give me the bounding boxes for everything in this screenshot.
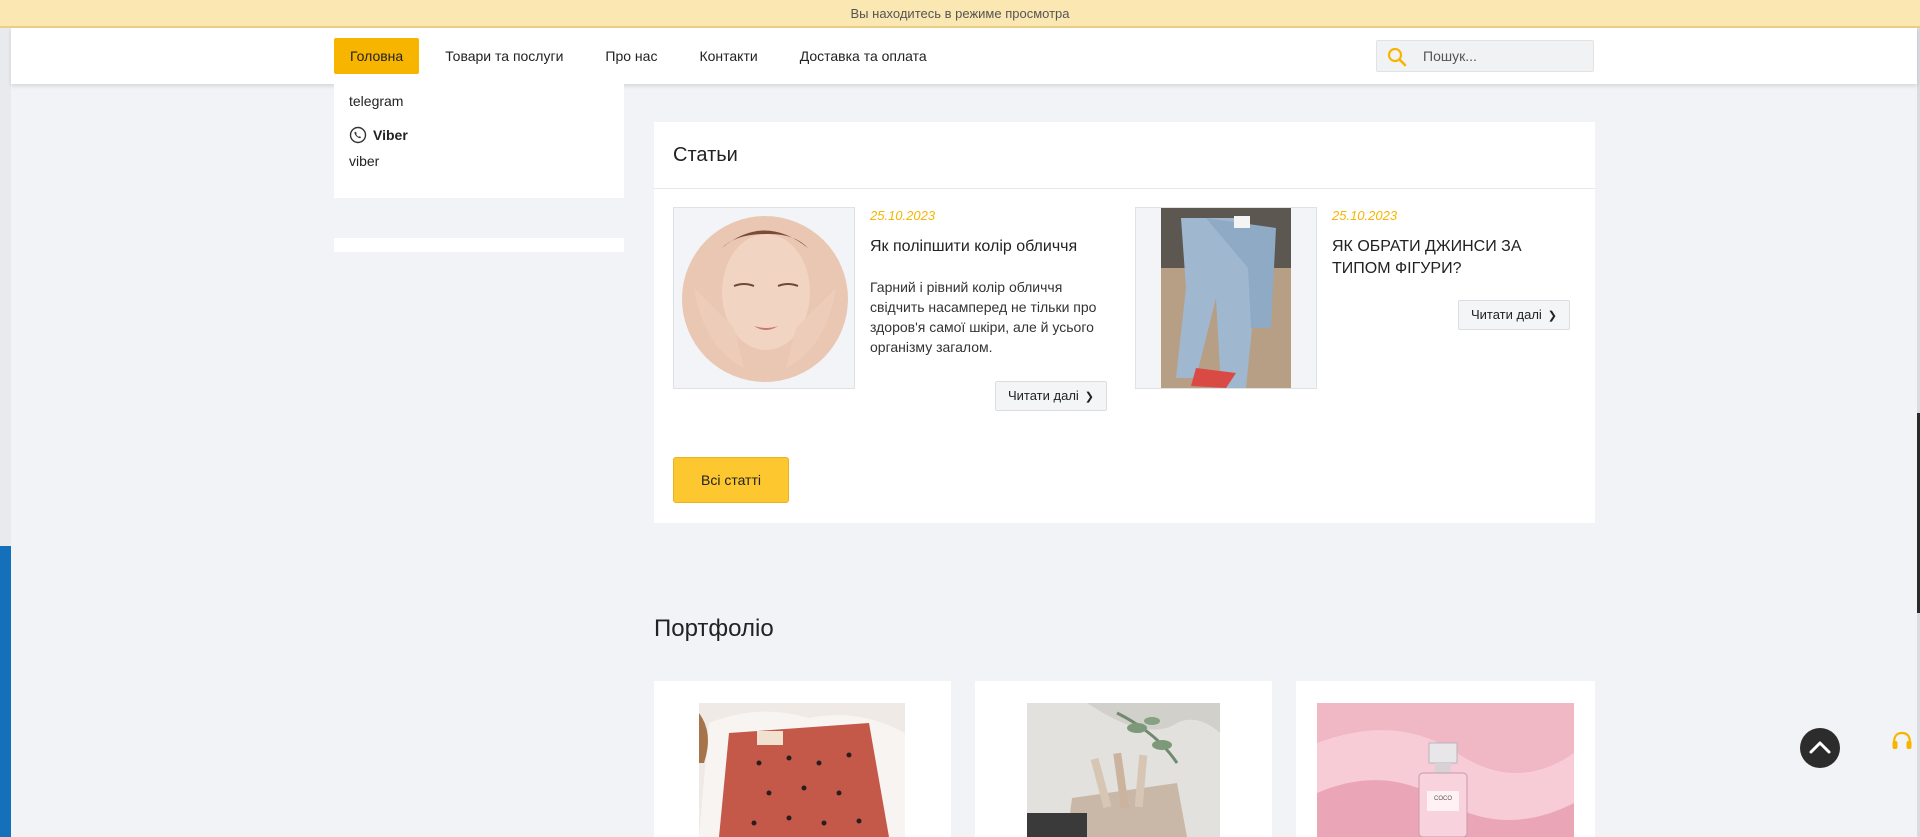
- portfolio-item[interactable]: [975, 681, 1272, 837]
- all-articles-button[interactable]: Всі статті: [673, 457, 789, 503]
- portfolio-image-perfume[interactable]: COCO: [1317, 703, 1574, 837]
- telegram-contact[interactable]: telegram: [349, 93, 403, 109]
- article-image-face[interactable]: [673, 207, 855, 389]
- portfolio-item[interactable]: COCO: [1296, 681, 1595, 837]
- search-box: [1376, 40, 1594, 72]
- nav-item-delivery[interactable]: Доставка та оплата: [784, 38, 943, 74]
- search-input[interactable]: [1423, 41, 1589, 71]
- article-date: 25.10.2023: [1332, 208, 1398, 223]
- chevron-up-icon: [1809, 741, 1831, 754]
- sidebar-contacts-card: telegram Viber viber: [334, 84, 624, 198]
- article-title[interactable]: ЯК ОБРАТИ ДЖИНСИ ЗА ТИПОМ ФІГУРИ?: [1332, 236, 1562, 280]
- viber-label: Viber: [373, 127, 408, 143]
- articles-section: Статьи 25.10.2023 Як поліпшити колір обл…: [654, 122, 1595, 523]
- viber-heading: Viber: [349, 126, 408, 144]
- headset-icon: [1892, 731, 1912, 749]
- nav-item-products[interactable]: Товари та послуги: [429, 38, 579, 74]
- nav-item-about[interactable]: Про нас: [589, 38, 673, 74]
- articles-divider: [654, 188, 1595, 189]
- read-more-label: Читати далі: [1008, 388, 1079, 403]
- site-header: Головна Товари та послуги Про нас Контак…: [11, 28, 1917, 84]
- read-more-label: Читати далі: [1471, 307, 1542, 322]
- viber-icon: [349, 126, 367, 144]
- read-more-button[interactable]: Читати далі ❯: [1458, 300, 1571, 330]
- viber-contact[interactable]: viber: [349, 153, 379, 169]
- nav-item-contacts[interactable]: Контакти: [683, 38, 773, 74]
- article-date: 25.10.2023: [870, 208, 936, 223]
- portfolio-item[interactable]: [654, 681, 951, 837]
- portfolio-title: Портфоліо: [654, 615, 774, 642]
- support-headset-button[interactable]: [1890, 729, 1914, 753]
- read-more-button[interactable]: Читати далі ❯: [995, 381, 1108, 411]
- portfolio-image-clothes[interactable]: [699, 703, 905, 837]
- article-image-jeans[interactable]: [1135, 207, 1317, 389]
- svg-text:COCO: COCO: [1434, 796, 1452, 802]
- article-description: Гарний і рівний колір обличчя свідчить н…: [870, 279, 1097, 355]
- nav-item-home[interactable]: Головна: [334, 38, 420, 74]
- scroll-to-top-button[interactable]: [1800, 728, 1840, 768]
- portfolio-image-brushes[interactable]: [1027, 703, 1220, 837]
- left-edge-blue-panel: [0, 546, 11, 837]
- search-icon[interactable]: [1387, 47, 1407, 67]
- articles-title: Статьи: [673, 144, 738, 166]
- article-title[interactable]: Як поліпшити колір обличчя: [870, 236, 1100, 258]
- chevron-right-icon: ❯: [1547, 310, 1558, 322]
- preview-mode-banner: Вы находитесь в режиме просмотра: [0, 0, 1920, 28]
- chevron-right-icon: ❯: [1084, 391, 1095, 403]
- main-nav: Головна Товари та послуги Про нас Контак…: [334, 38, 953, 74]
- preview-mode-text: Вы находитесь в режиме просмотра: [850, 6, 1070, 21]
- sidebar-card: [334, 238, 624, 252]
